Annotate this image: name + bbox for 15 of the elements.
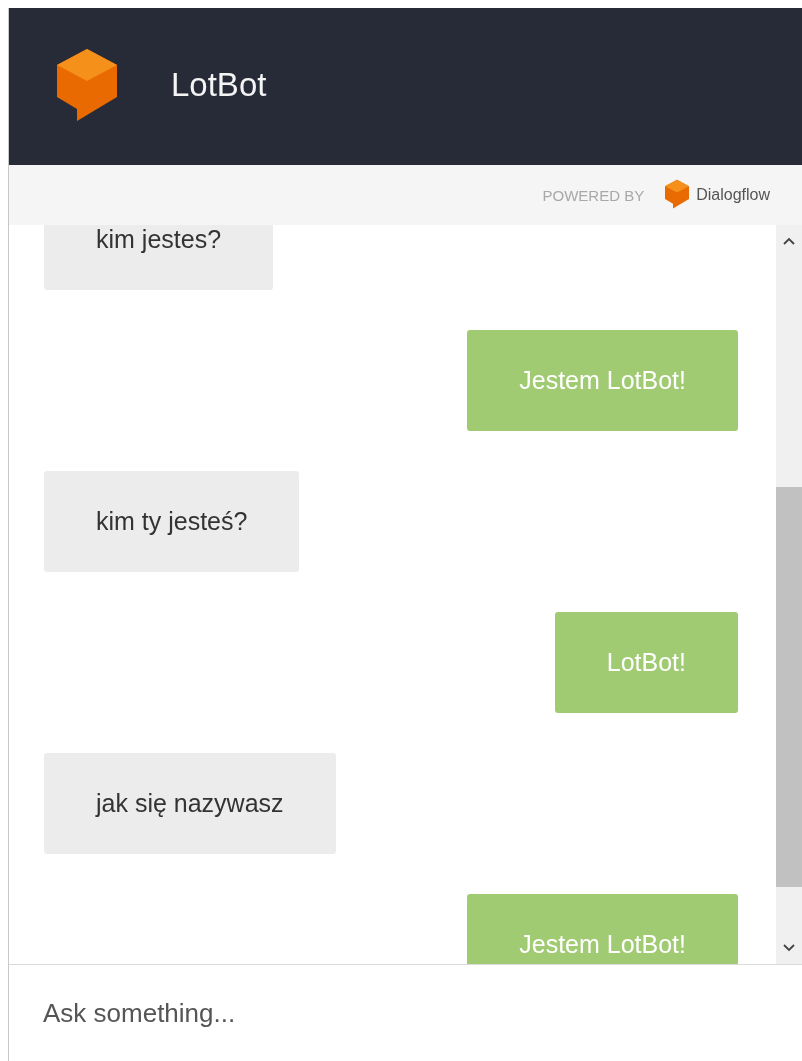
powered-by-label: POWERED BY <box>542 186 645 204</box>
message-input-field[interactable]: Ask something... <box>41 996 645 1030</box>
user-message: jak się nazywasz <box>44 753 336 854</box>
cube-chat-icon <box>664 179 691 211</box>
user-message: kim ty jesteś? <box>44 471 300 572</box>
brand-name: Dialogflow <box>696 186 770 204</box>
user-message: kim jestes? <box>44 225 274 290</box>
scroll-up-icon[interactable] <box>783 237 795 245</box>
chat-title: LotBot <box>171 65 267 104</box>
bot-message: Jestem LotBot! <box>467 330 738 431</box>
scroll-down-icon[interactable] <box>783 944 795 952</box>
scrollbar[interactable] <box>776 225 802 964</box>
bot-message: Jestem LotBot! <box>467 894 738 964</box>
bot-message: LotBot! <box>554 612 738 713</box>
scroll-thumb[interactable] <box>776 487 802 887</box>
